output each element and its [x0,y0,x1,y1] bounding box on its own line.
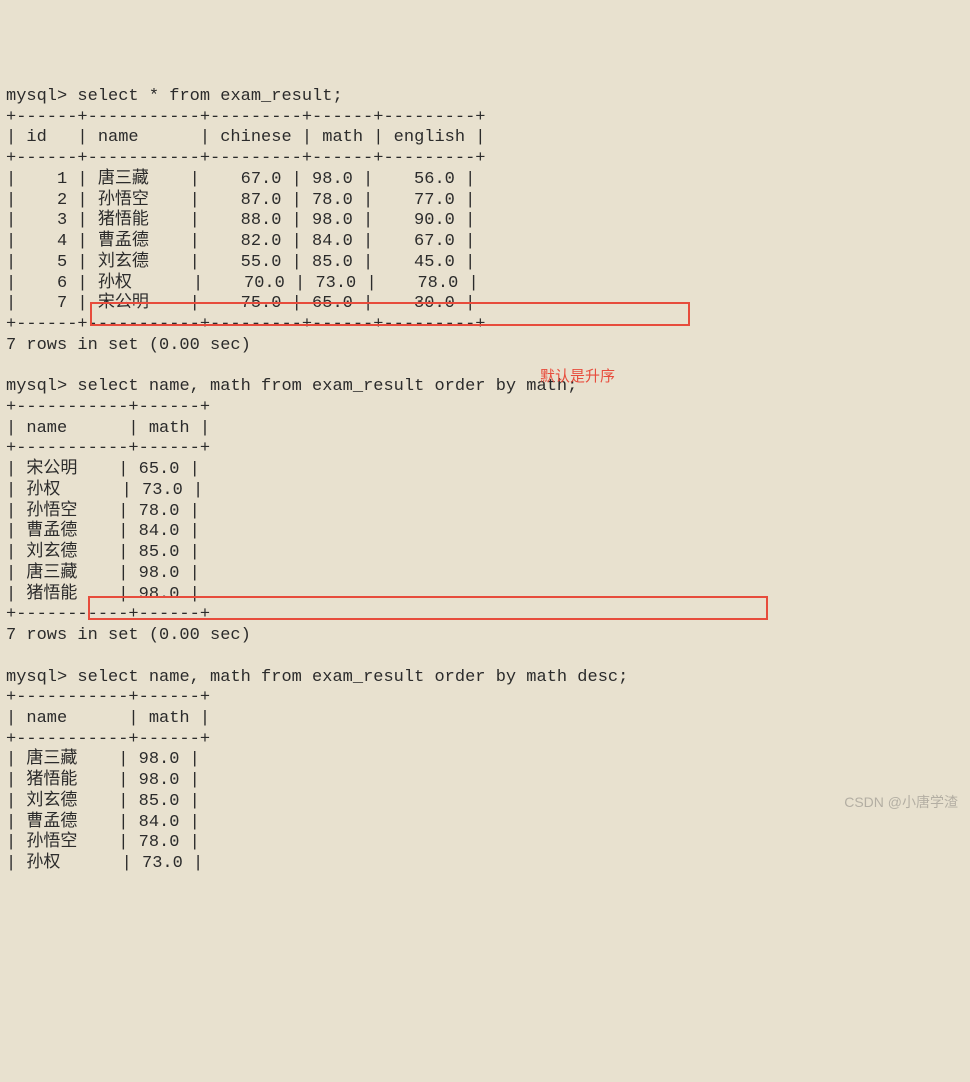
table1-row: | 1 | 唐三藏 | 67.0 | 98.0 | 56.0 | [6,170,475,189]
table2-row: | 刘玄德 | 85.0 | [6,543,200,562]
table1-header: | id | name | chinese | math | english | [6,128,485,147]
table3-row: | 刘玄德 | 85.0 | [6,792,200,811]
table1-row: | 5 | 刘玄德 | 55.0 | 85.0 | 45.0 | [6,253,475,272]
table3-row: | 孙权 | 73.0 | [6,854,203,873]
table1-border-top: +------+-----------+---------+------+---… [6,108,485,127]
table1-row: | 4 | 曹孟德 | 82.0 | 84.0 | 67.0 | [6,232,475,251]
annotation-text: 默认是升序 [540,368,615,386]
table3-border-mid: +-----------+------+ [6,730,210,749]
highlight-box-query2 [90,302,690,326]
highlight-box-query3 [88,596,768,620]
table3-header: | name | math | [6,709,210,728]
table3-row: | 猪悟能 | 98.0 | [6,771,200,790]
table2-row: | 孙权 | 73.0 | [6,481,203,500]
table2-row: | 宋公明 | 65.0 | [6,460,200,479]
table1-border-mid: +------+-----------+---------+------+---… [6,149,485,168]
mysql-prompt: mysql> [6,377,67,396]
table3-row: | 曹孟德 | 84.0 | [6,813,200,832]
table2-border-mid: +-----------+------+ [6,439,210,458]
watermark-text: CSDN @小唐学渣 [844,794,958,811]
table1-row: | 2 | 孙悟空 | 87.0 | 78.0 | 77.0 | [6,191,475,210]
mysql-prompt: mysql> [6,87,67,106]
sql-query-3: select name, math from exam_result order… [77,668,628,687]
table2-row: | 孙悟空 | 78.0 | [6,502,200,521]
table3-row: | 孙悟空 | 78.0 | [6,833,200,852]
table3-border-top: +-----------+------+ [6,688,210,707]
terminal-output: mysql> select * from exam_result; +-----… [6,87,964,875]
table2-status: 7 rows in set (0.00 sec) [6,626,251,645]
table1-row: | 3 | 猪悟能 | 88.0 | 98.0 | 90.0 | [6,211,475,230]
table1-row: | 6 | 孙权 | 70.0 | 73.0 | 78.0 | [6,274,479,293]
sql-query-1: select * from exam_result; [77,87,342,106]
table2-row: | 曹孟德 | 84.0 | [6,522,200,541]
mysql-prompt: mysql> [6,668,67,687]
table2-header: | name | math | [6,419,210,438]
table1-status: 7 rows in set (0.00 sec) [6,336,251,355]
sql-query-2: select name, math from exam_result order… [77,377,577,396]
table2-border-top: +-----------+------+ [6,398,210,417]
table3-row: | 唐三藏 | 98.0 | [6,750,200,769]
table2-row: | 唐三藏 | 98.0 | [6,564,200,583]
